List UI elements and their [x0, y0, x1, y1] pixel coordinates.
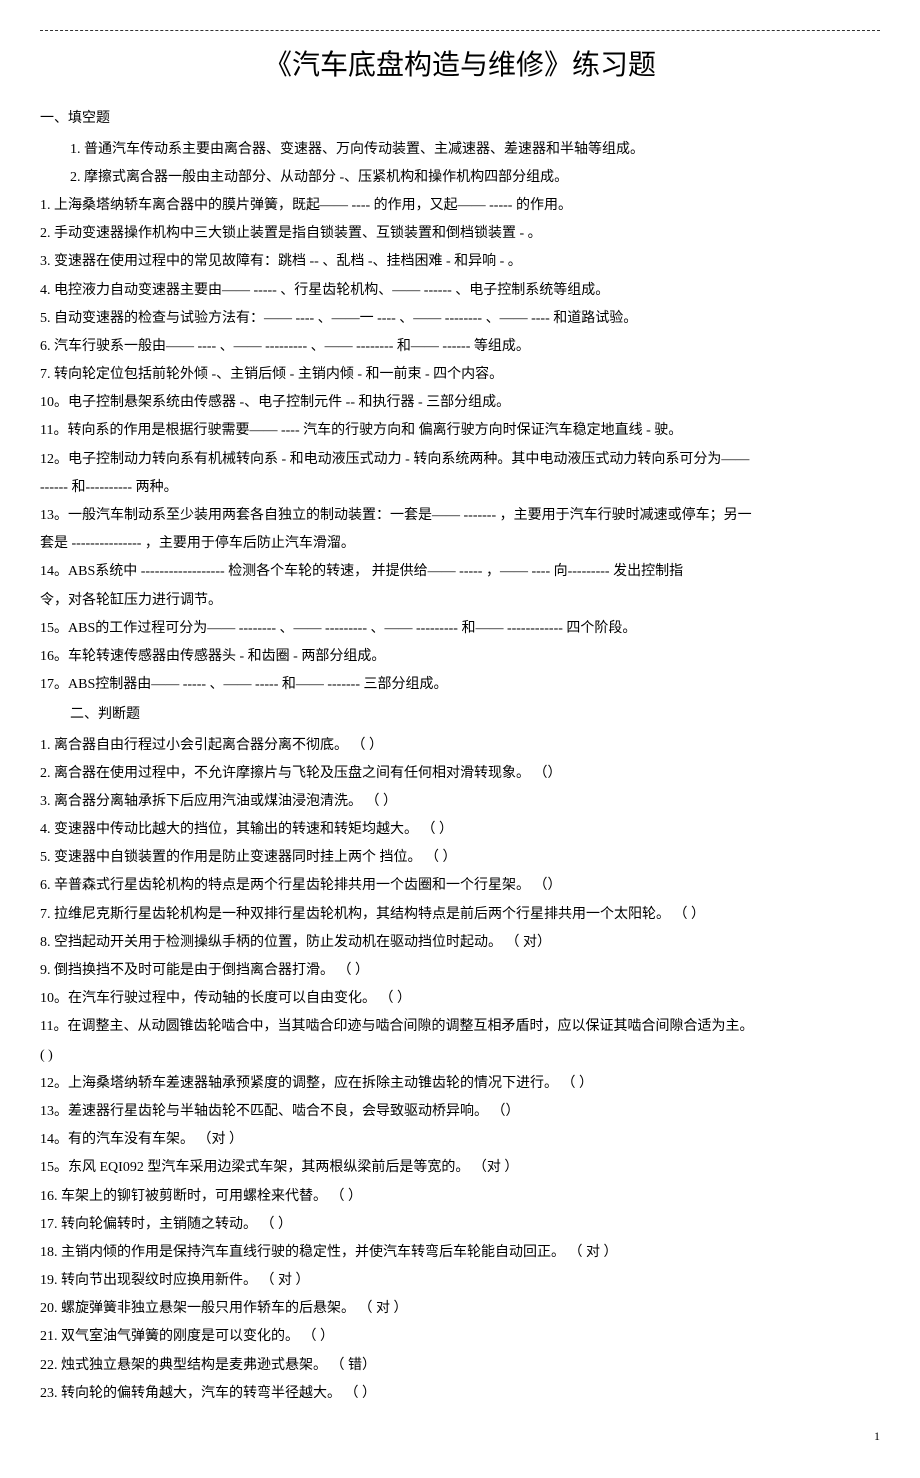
fill-question: 3. 变速器在使用过程中的常见故障有：跳档 -- 、乱档 -、挂档困难 - 和异… [40, 249, 880, 274]
tf-question: 14。有的汽车没有车架。 （对 ） [40, 1127, 880, 1152]
tf-question: 6. 辛普森式行星齿轮机构的特点是两个行星齿轮排共用一个齿圈和一个行星架。 （） [40, 873, 880, 898]
fill-question: 13。一般汽车制动系至少装用两套各自独立的制动装置：一套是—— ------- … [40, 503, 880, 528]
tf-question: ( ) [40, 1043, 880, 1068]
fill-question: 2. 手动变速器操作机构中三大锁止装置是指自锁装置、互锁装置和倒档锁装置 - 。 [40, 221, 880, 246]
tf-question: 21. 双气室油气弹簧的刚度是可以变化的。 （ ） [40, 1324, 880, 1349]
tf-question: 18. 主销内倾的作用是保持汽车直线行驶的稳定性，并使汽车转弯后车轮能自动回正。… [40, 1240, 880, 1265]
tf-question: 16. 车架上的铆钉被剪断时，可用螺栓来代替。 （ ） [40, 1184, 880, 1209]
tf-question: 13。差速器行星齿轮与半轴齿轮不匹配、啮合不良，会导致驱动桥异响。 （） [40, 1099, 880, 1124]
fill-question: 令，对各轮缸压力进行调节。 [40, 588, 880, 613]
fill-question: 6. 汽车行驶系一般由—— ---- 、—— --------- 、—— ---… [40, 334, 880, 359]
tf-question: 12。上海桑塔纳轿车差速器轴承预紧度的调整，应在拆除主动锥齿轮的情况下进行。 （… [40, 1071, 880, 1096]
fill-question: 7. 转向轮定位包括前轮外倾 -、主销后倾 - 主销内倾 - 和一前束 - 四个… [40, 362, 880, 387]
tf-question: 2. 离合器在使用过程中，不允许摩擦片与飞轮及压盘之间有任何相对滑转现象。 （） [40, 761, 880, 786]
tf-question: 10。在汽车行驶过程中，传动轴的长度可以自由变化。 （ ） [40, 986, 880, 1011]
section1-questions: 1. 普通汽车传动系主要由离合器、变速器、万向传动装置、主减速器、差速器和半轴等… [40, 137, 880, 698]
fill-question: 套是 --------------- ，主要用于停车后防止汽车滑溜。 [40, 531, 880, 556]
section2-heading: 二、判断题 [40, 702, 880, 727]
tf-question: 20. 螺旋弹簧非独立悬架一般只用作轿车的后悬架。 （ 对 ） [40, 1296, 880, 1321]
tf-question: 23. 转向轮的偏转角越大，汽车的转弯半径越大。 （ ） [40, 1381, 880, 1406]
tf-question: 22. 烛式独立悬架的典型结构是麦弗逊式悬架。 （ 错） [40, 1353, 880, 1378]
tf-question: 9. 倒挡换挡不及时可能是由于倒挡离合器打滑。 （ ） [40, 958, 880, 983]
tf-question: 17. 转向轮偏转时，主销随之转动。 （ ） [40, 1212, 880, 1237]
fill-question: 1. 上海桑塔纳轿车离合器中的膜片弹簧，既起—— ---- 的作用，又起—— -… [40, 193, 880, 218]
page-number: 1 [40, 1426, 880, 1448]
top-divider [40, 30, 880, 31]
tf-question: 4. 变速器中传动比越大的挡位，其输出的转速和转矩均越大。 （ ） [40, 817, 880, 842]
tf-question: 19. 转向节出现裂纹时应换用新件。 （ 对 ） [40, 1268, 880, 1293]
tf-question: 8. 空挡起动开关用于检测操纵手柄的位置，防止发动机在驱动挡位时起动。 （ 对） [40, 930, 880, 955]
fill-question: 17。ABS控制器由—— ----- 、—— ----- 和—— -------… [40, 672, 880, 697]
fill-question: 12。电子控制动力转向系有机械转向系 - 和电动液压式动力 - 转向系统两种。其… [40, 447, 880, 472]
fill-question: 2. 摩擦式离合器一般由主动部分、从动部分 -、压紧机构和操作机构四部分组成。 [40, 165, 880, 190]
fill-question: 15。ABS的工作过程可分为—— -------- 、—— --------- … [40, 616, 880, 641]
fill-question: ------ 和---------- 两种。 [40, 475, 880, 500]
tf-question: 11。在调整主、从动圆锥齿轮啮合中，当其啮合印迹与啮合间隙的调整互相矛盾时，应以… [40, 1014, 880, 1039]
fill-question: 5. 自动变速器的检查与试验方法有：—— ---- 、——一 ---- 、—— … [40, 306, 880, 331]
fill-question: 11。转向系的作用是根据行驶需要—— ---- 汽车的行驶方向和 偏离行驶方向时… [40, 418, 880, 443]
tf-question: 15。东风 EQI092 型汽车采用边梁式车架，其两根纵梁前后是等宽的。 （对 … [40, 1155, 880, 1180]
fill-question: 10。电子控制悬架系统由传感器 -、电子控制元件 -- 和执行器 - 三部分组成… [40, 390, 880, 415]
tf-question: 3. 离合器分离轴承拆下后应用汽油或煤油浸泡清洗。 （ ） [40, 789, 880, 814]
fill-question: 4. 电控液力自动变速器主要由—— ----- 、行星齿轮机构、—— -----… [40, 278, 880, 303]
fill-question: 1. 普通汽车传动系主要由离合器、变速器、万向传动装置、主减速器、差速器和半轴等… [40, 137, 880, 162]
tf-question: 1. 离合器自由行程过小会引起离合器分离不彻底。 （ ） [40, 733, 880, 758]
section1-heading: 一、填空题 [40, 106, 880, 131]
section2-questions: 1. 离合器自由行程过小会引起离合器分离不彻底。 （ ） 2. 离合器在使用过程… [40, 733, 880, 1407]
fill-question: 14。ABS系统中 ------------------ 检测各个车轮的转速， … [40, 559, 880, 584]
tf-question: 5. 变速器中自锁装置的作用是防止变速器同时挂上两个 挡位。 （ ） [40, 845, 880, 870]
fill-question: 16。车轮转速传感器由传感器头 - 和齿圈 - 两部分组成。 [40, 644, 880, 669]
page-title: 《汽车底盘构造与维修》练习题 [40, 41, 880, 91]
tf-question: 7. 拉维尼克斯行星齿轮机构是一种双排行星齿轮机构，其结构特点是前后两个行星排共… [40, 902, 880, 927]
